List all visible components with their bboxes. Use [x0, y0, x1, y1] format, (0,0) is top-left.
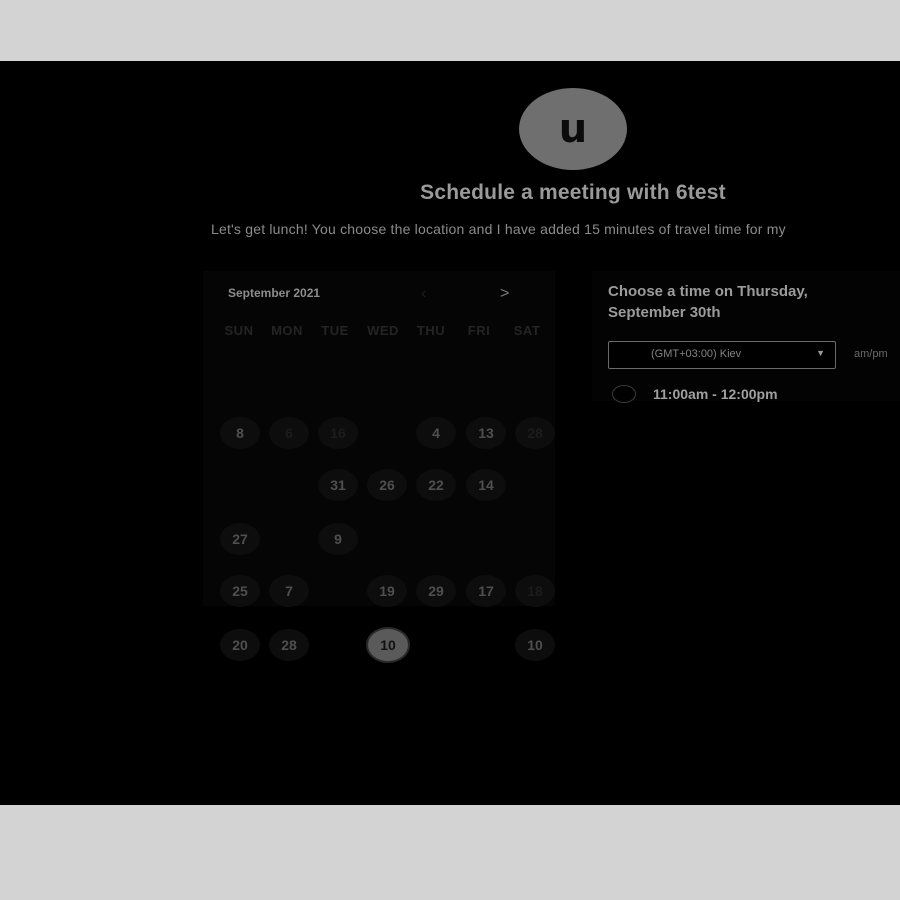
weekday-header: WED	[367, 323, 399, 338]
calendar-day[interactable]: 31	[318, 469, 358, 501]
calendar-day[interactable]: 18	[515, 575, 555, 607]
weekday-header: TUE	[321, 323, 349, 338]
time-picker-panel: Choose a time on Thursday, September 30t…	[592, 271, 900, 403]
calendar-day[interactable]: 28	[269, 629, 309, 661]
page-title: Schedule a meeting with 6test	[420, 181, 726, 204]
calendar-day[interactable]: 10	[515, 629, 555, 661]
time-slot-label: 11:00am - 12:00pm	[653, 386, 778, 402]
calendar-day[interactable]: 26	[367, 469, 407, 501]
calendar-day[interactable]: 13	[466, 417, 506, 449]
avatar-letter: u	[558, 106, 588, 152]
calendar-day[interactable]: 14	[466, 469, 506, 501]
calendar-day-selected[interactable]: 10	[368, 629, 408, 661]
caret-down-icon: ▼	[816, 348, 825, 358]
event-description: Let's get lunch! You choose the location…	[211, 221, 786, 237]
calendar-day[interactable]: 17	[466, 575, 506, 607]
month-label: September 2021	[228, 286, 321, 300]
calendar-day[interactable]: 25	[220, 575, 260, 607]
calendar-day[interactable]: 6	[269, 417, 309, 449]
weekday-header: FRI	[467, 323, 491, 338]
calendar-day[interactable]: 8	[220, 417, 260, 449]
calendar-day[interactable]: 27	[220, 523, 260, 555]
weekday-header: SUN	[224, 323, 254, 338]
calendar-day[interactable]: 4	[416, 417, 456, 449]
time-slot[interactable]: 11:00am - 12:00pm	[612, 385, 778, 403]
weekday-header: THU	[416, 323, 446, 338]
calendar-day[interactable]: 9	[318, 523, 358, 555]
scheduling-page: u Schedule a meeting with 6test Let's ge…	[0, 61, 900, 805]
calendar-day[interactable]: 7	[269, 575, 309, 607]
date-picker-calendar: September 2021 ‹ > SUN MON TUE WED THU F…	[203, 271, 555, 661]
weekday-header: MON	[271, 323, 303, 338]
weekday-header: SAT	[513, 323, 541, 338]
calendar-day[interactable]: 20	[220, 629, 260, 661]
prev-month-icon[interactable]: ‹	[421, 285, 426, 303]
time-format-toggle[interactable]: am/pm	[854, 348, 888, 360]
calendar-day[interactable]: 16	[318, 417, 358, 449]
timezone-select[interactable]: (GMT+03:00) Kiev ▼	[608, 341, 836, 369]
calendar-day[interactable]: 22	[416, 469, 456, 501]
calendar-day[interactable]: 19	[367, 575, 407, 607]
time-picker-heading: Choose a time on Thursday, September 30t…	[608, 283, 808, 321]
calendar-day[interactable]: 28	[515, 417, 555, 449]
timezone-value: (GMT+03:00) Kiev	[651, 348, 742, 360]
radio-icon[interactable]	[612, 385, 636, 403]
avatar: u	[519, 88, 627, 170]
calendar-day[interactable]: 29	[416, 575, 456, 607]
next-month-icon[interactable]: >	[500, 285, 509, 303]
